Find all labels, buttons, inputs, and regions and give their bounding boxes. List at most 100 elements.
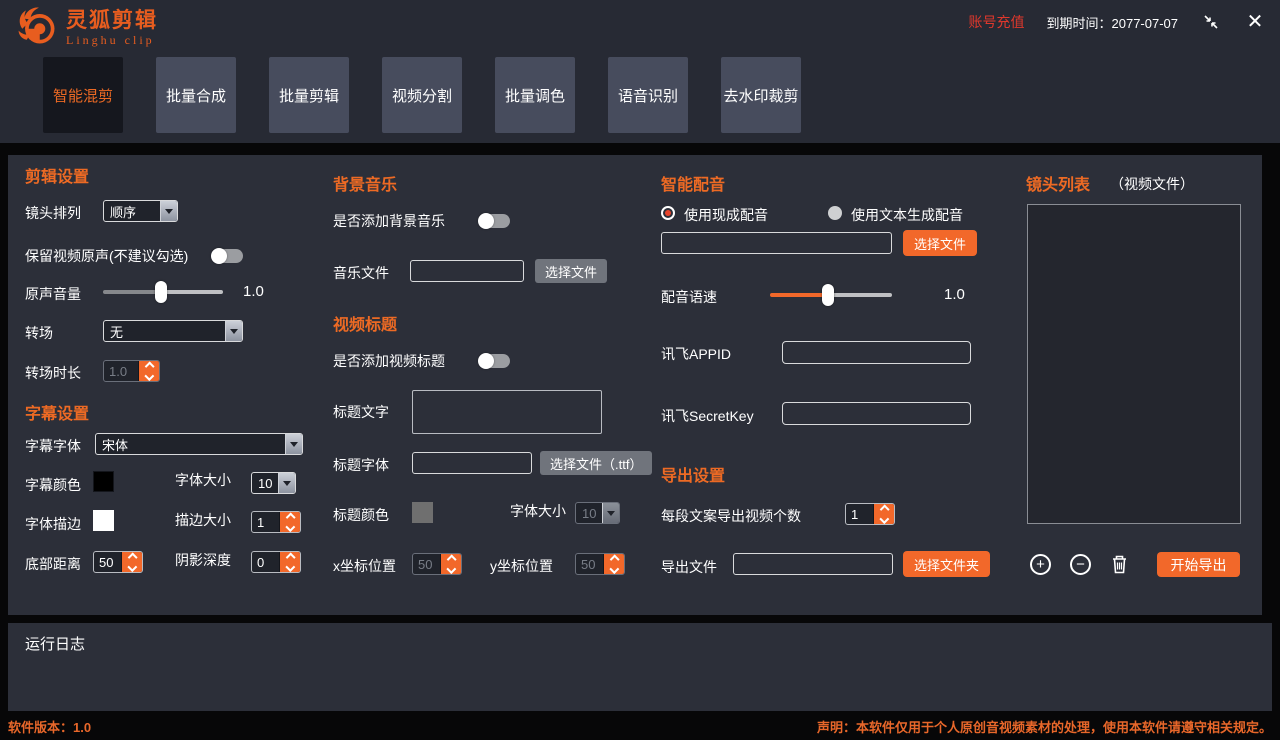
shadow-depth-stepper[interactable]: 0 [251,551,301,573]
run-log-title: 运行日志 [25,633,85,654]
transition-duration-stepper[interactable]: 1.0 [103,360,160,382]
stroke-size-label: 描边大小 [175,510,231,530]
stepper-arrows-icon[interactable] [873,504,894,524]
title-bar: 灵狐剪辑 Linghu clip 账号充值 到期时间：2077-07-07 ✕ … [0,0,1280,143]
tab-batch-edit[interactable]: 批量剪辑 [269,57,349,133]
tab-smart-mix[interactable]: 智能混剪 [43,57,123,133]
title-text-input[interactable] [412,390,602,434]
x-position-stepper[interactable]: 50 [412,553,462,575]
transition-label: 转场 [25,323,53,343]
chevron-down-icon[interactable] [160,201,177,221]
radio-generate-from-text[interactable] [828,206,842,220]
title-font-input[interactable] [412,452,532,474]
subtitle-font-label: 字幕字体 [25,436,81,456]
section-title-edit-settings: 剪辑设置 [25,163,89,187]
music-file-label: 音乐文件 [333,263,389,283]
tab-watermark-crop[interactable]: 去水印裁剪 [721,57,801,133]
subtitle-color-swatch[interactable] [93,471,114,492]
stroke-color-label: 字体描边 [25,514,81,534]
export-file-label: 导出文件 [661,557,717,577]
volume-slider[interactable] [103,281,223,303]
stepper-arrows-icon[interactable] [121,552,142,572]
stepper-arrows-icon[interactable] [279,552,300,572]
volume-label: 原声音量 [25,284,81,304]
stepper-arrows-icon[interactable] [603,554,624,574]
tab-batch-color[interactable]: 批量调色 [495,57,575,133]
run-log-panel: 运行日志 [8,623,1272,711]
tab-speech-recog[interactable]: 语音识别 [608,57,688,133]
font-size-select[interactable]: 10 [251,472,296,494]
chevron-down-icon[interactable] [225,321,242,341]
volume-slider-handle[interactable] [155,281,167,303]
choose-music-file-button[interactable]: 选择文件 [535,259,607,283]
stepper-arrows-icon[interactable] [279,512,300,532]
shot-list-box[interactable] [1027,204,1241,524]
radio-generate-label: 使用文本生成配音 [851,205,963,225]
bottom-distance-stepper[interactable]: 50 [93,551,143,573]
app-logo: 灵狐剪辑 Linghu clip [14,4,158,53]
start-export-button[interactable]: 开始导出 [1157,552,1240,577]
speech-speed-slider[interactable] [770,284,892,306]
chevron-down-icon[interactable] [602,503,619,523]
keep-audio-toggle[interactable] [213,249,243,263]
title-font-size-select[interactable]: 10 [575,502,620,524]
section-title-dubbing: 智能配音 [661,171,725,195]
keep-audio-label: 保留视频原声(不建议勾选) [25,246,188,266]
xunfei-appid-input[interactable] [782,341,971,364]
volume-value: 1.0 [243,283,264,300]
shot-list-subtitle: （视频文件） [1110,174,1194,194]
bottom-distance-label: 底部距离 [25,554,81,574]
stepper-arrows-icon[interactable] [440,554,461,574]
export-file-input[interactable] [733,553,893,575]
y-position-label: y坐标位置 [490,556,553,576]
dubbing-file-input[interactable] [661,232,892,254]
add-bgm-toggle[interactable] [480,214,510,228]
add-shot-button[interactable]: + [1030,554,1051,575]
app-title: 灵狐剪辑 [66,10,158,32]
account-recharge-link[interactable]: 账号充值 [969,12,1025,32]
tab-batch-compose[interactable]: 批量合成 [156,57,236,133]
transition-select[interactable]: 无 [103,320,243,342]
title-text-label: 标题文字 [333,402,389,422]
clear-shots-button[interactable] [1110,553,1129,580]
radio-use-existing-dubbing[interactable] [661,206,675,220]
subtitle-color-label: 字幕颜色 [25,475,81,495]
chevron-down-icon[interactable] [285,434,302,454]
tab-video-split[interactable]: 视频分割 [382,57,462,133]
chevron-down-icon[interactable] [278,473,295,493]
section-title-subtitle-settings: 字幕设置 [25,400,89,424]
trash-icon [1110,562,1129,579]
expiry-date-text: 到期时间：2077-07-07 [1047,13,1179,32]
app-subtitle: Linghu clip [66,33,158,48]
font-size-label: 字体大小 [175,470,231,490]
remove-shot-button[interactable]: − [1070,554,1091,575]
minimize-icon[interactable] [1200,11,1222,33]
speed-slider-handle[interactable] [822,284,834,306]
choose-export-folder-button[interactable]: 选择文件夹 [903,551,990,577]
shadow-depth-label: 阴影深度 [175,550,231,570]
title-font-size-label: 字体大小 [510,501,566,521]
add-title-label: 是否添加视频标题 [333,351,445,371]
choose-dubbing-file-button[interactable]: 选择文件 [903,230,977,256]
radio-existing-label: 使用现成配音 [684,205,768,225]
title-color-swatch[interactable] [412,502,433,523]
transition-duration-label: 转场时长 [25,363,81,383]
main-panel: 剪辑设置 镜头排列 顺序 保留视频原声(不建议勾选) 原声音量 1.0 转场 无… [8,155,1262,615]
plus-icon: + [1036,557,1045,572]
fox-logo-icon [14,4,60,53]
choose-ttf-file-button[interactable]: 选择文件（.ttf） [540,451,652,475]
y-position-stepper[interactable]: 50 [575,553,625,575]
stroke-color-swatch[interactable] [93,510,114,531]
minus-icon: − [1076,557,1085,572]
shot-order-select[interactable]: 顺序 [103,200,178,222]
export-count-stepper[interactable]: 1 [845,503,895,525]
close-icon[interactable]: ✕ [1244,11,1266,33]
stepper-arrows-icon[interactable] [138,361,159,381]
xunfei-secretkey-input[interactable] [782,402,971,425]
disclaimer-text: 声明：本软件仅用于个人原创音视频素材的处理，使用本软件请遵守相关规定。 [817,717,1272,736]
subtitle-font-select[interactable]: 宋体 [95,433,303,455]
xunfei-secretkey-label: 讯飞SecretKey [661,406,754,426]
add-title-toggle[interactable] [480,354,510,368]
music-file-input[interactable] [410,260,524,282]
stroke-size-stepper[interactable]: 1 [251,511,301,533]
